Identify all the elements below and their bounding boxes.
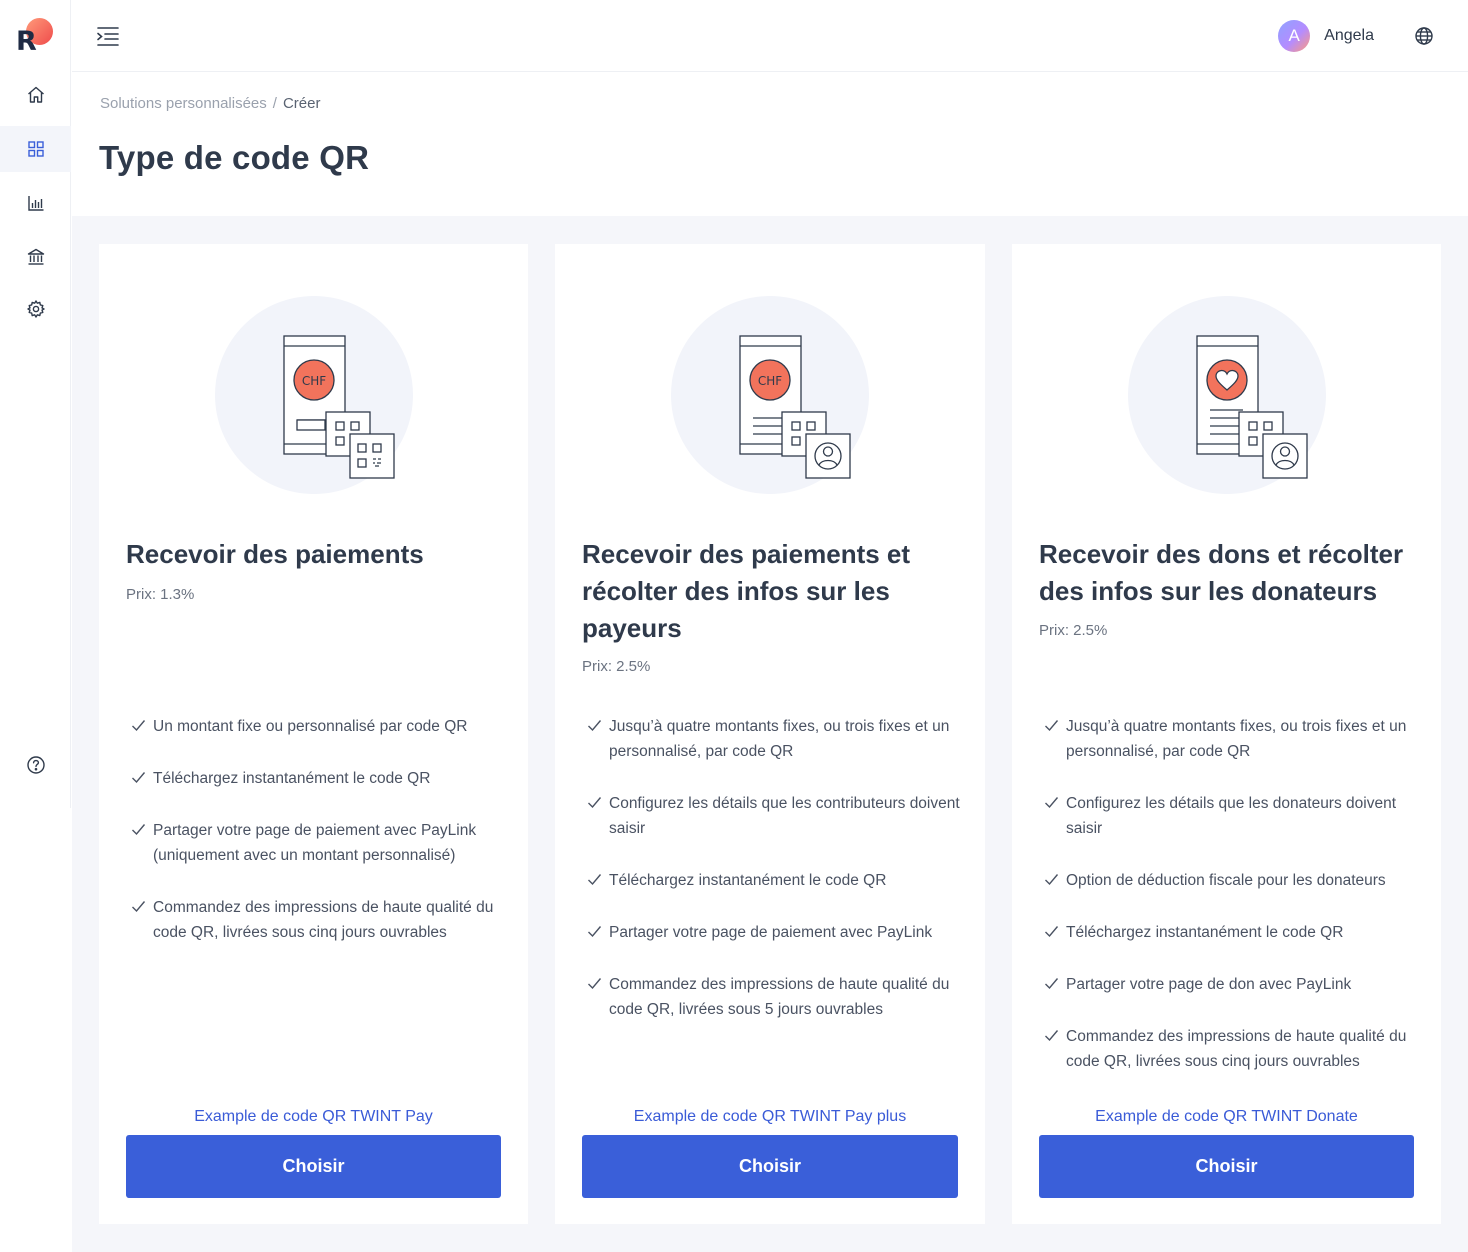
feature-text: Partager votre page de don avec PayLink — [1066, 976, 1352, 993]
feature-item: Jusqu’à quatre montants fixes, ou trois … — [582, 714, 962, 764]
check-icon — [132, 824, 146, 836]
page-title: Type de code QR — [99, 139, 370, 176]
check-icon — [588, 874, 602, 886]
qr-type-card-donate: Recevoir des dons et récolter des infos … — [1012, 244, 1441, 1224]
check-icon — [1045, 797, 1059, 809]
check-icon — [588, 720, 602, 732]
card-title: Recevoir des paiements et récolter des i… — [582, 539, 911, 643]
card-title: Recevoir des paiements — [126, 539, 424, 569]
example-link[interactable]: Example de code QR TWINT Pay — [99, 1108, 528, 1126]
help-icon — [26, 756, 45, 774]
feature-text: Téléchargez instantanément le code QR — [609, 872, 887, 889]
breadcrumb-separator: / — [272, 95, 277, 112]
feature-item: Commandez des impressions de haute quali… — [582, 972, 962, 1022]
choose-button[interactable]: Choisir — [1039, 1135, 1414, 1198]
breadcrumb-parent[interactable]: Solutions personnalisées — [100, 95, 267, 112]
card-price: Prix: 2.5% — [582, 658, 651, 675]
feature-item: Un montant fixe ou personnalisé par code… — [126, 714, 506, 739]
globe-icon[interactable] — [1414, 26, 1434, 46]
sidebar-item-help[interactable] — [0, 742, 71, 788]
check-icon — [588, 797, 602, 809]
feature-item: Option de déduction fiscale pour les don… — [1039, 868, 1419, 893]
feature-text: Option de déduction fiscale pour les don… — [1066, 872, 1386, 889]
logo-letter: R — [16, 26, 37, 57]
qr-type-card-pay-plus: CHF Recevoir des paiements et récolter d… — [555, 244, 985, 1224]
example-link[interactable]: Example de code QR TWINT Pay plus — [555, 1108, 985, 1126]
sidebar-item-settings[interactable] — [0, 286, 71, 332]
feature-text: Configurez les détails que les donateurs… — [1066, 795, 1397, 837]
check-icon — [132, 772, 146, 784]
sidebar-item-bank[interactable] — [0, 234, 71, 280]
feature-text: Commandez des impressions de haute quali… — [153, 899, 494, 941]
feature-item: Commandez des impressions de haute quali… — [126, 895, 506, 945]
gear-icon — [26, 300, 45, 318]
breadcrumb-current: Créer — [282, 95, 321, 112]
qr-type-card-pay: CHF Recevoir des paiements Prix: 1.3% Un… — [99, 244, 528, 1224]
check-icon — [1045, 978, 1059, 990]
home-icon — [27, 86, 44, 103]
feature-text: Un montant fixe ou personnalisé par code… — [153, 718, 468, 735]
check-icon — [588, 978, 602, 990]
sidebar: R — [0, 0, 71, 808]
sidebar-item-home[interactable] — [0, 72, 71, 118]
user-name: Angela — [1324, 27, 1374, 44]
feature-item: Téléchargez instantanément le code QR — [1039, 920, 1419, 945]
check-icon — [588, 926, 602, 938]
feature-item: Téléchargez instantanément le code QR — [126, 766, 506, 791]
feature-text: Partager votre page de paiement avec Pay… — [153, 822, 477, 864]
menu-toggle-icon[interactable] — [96, 25, 120, 47]
svg-text:CHF: CHF — [758, 374, 782, 388]
feature-item: Jusqu’à quatre montants fixes, ou trois … — [1039, 714, 1419, 764]
check-icon — [132, 901, 146, 913]
feature-text: Jusqu’à quatre montants fixes, ou trois … — [609, 718, 950, 760]
sidebar-item-solutions[interactable] — [0, 126, 71, 172]
card-price: Prix: 1.3% — [126, 586, 195, 603]
sidebar-item-analytics[interactable] — [0, 180, 71, 226]
feature-item: Commandez des impressions de haute quali… — [1039, 1024, 1419, 1074]
choose-button[interactable]: Choisir — [582, 1135, 958, 1198]
check-icon — [1045, 720, 1059, 732]
choose-button[interactable]: Choisir — [126, 1135, 501, 1198]
feature-text: Commandez des impressions de haute quali… — [1066, 1028, 1407, 1070]
feature-item: Partager votre page de paiement avec Pay… — [126, 818, 506, 868]
bank-icon — [27, 248, 44, 265]
check-icon — [132, 720, 146, 732]
feature-text: Partager votre page de paiement avec Pay… — [609, 924, 933, 941]
phone-chf-qr-illustration: CHF — [214, 296, 413, 494]
page-header: Solutions personnalisées / Créer Type de c… — [72, 73, 1468, 216]
feature-text: Configurez les détails que les contribut… — [609, 795, 960, 837]
check-icon — [1045, 874, 1059, 886]
user-menu[interactable]: A Angela — [1278, 20, 1374, 52]
feature-text: Téléchargez instantanément le code QR — [1066, 924, 1344, 941]
feature-item: Configurez les détails que les donateurs… — [1039, 791, 1419, 841]
bar-chart-icon — [27, 196, 43, 211]
breadcrumb: Solutions personnalisées / Créer — [100, 95, 320, 112]
app-logo[interactable]: R — [16, 18, 56, 58]
feature-item: Partager votre page de don avec PayLink — [1039, 972, 1419, 997]
main-content: CHF Recevoir des paiements Prix: 1.3% Un… — [72, 216, 1468, 1252]
feature-list: Jusqu’à quatre montants fixes, ou trois … — [1039, 714, 1419, 1101]
check-icon — [1045, 926, 1059, 938]
feature-list: Un montant fixe ou personnalisé par code… — [126, 714, 506, 972]
check-icon — [1045, 1030, 1059, 1042]
phone-chf-user-illustration: CHF — [671, 296, 869, 494]
card-title: Recevoir des dons et récolter des infos … — [1039, 539, 1404, 606]
avatar: A — [1278, 20, 1311, 52]
card-price: Prix: 2.5% — [1039, 622, 1108, 639]
feature-text: Téléchargez instantanément le code QR — [153, 770, 431, 787]
feature-text: Commandez des impressions de haute quali… — [609, 976, 950, 1018]
feature-item: Partager votre page de paiement avec Pay… — [582, 920, 962, 945]
grid-icon — [27, 141, 44, 157]
example-link[interactable]: Example de code QR TWINT Donate — [1012, 1108, 1441, 1126]
feature-text: Jusqu’à quatre montants fixes, ou trois … — [1066, 718, 1407, 760]
phone-heart-user-illustration — [1127, 296, 1326, 494]
feature-item: Configurez les détails que les contribut… — [582, 791, 962, 841]
top-bar: A Angela — [72, 0, 1468, 72]
feature-list: Jusqu’à quatre montants fixes, ou trois … — [582, 714, 962, 1049]
svg-text:CHF: CHF — [301, 374, 325, 388]
feature-item: Téléchargez instantanément le code QR — [582, 868, 962, 893]
